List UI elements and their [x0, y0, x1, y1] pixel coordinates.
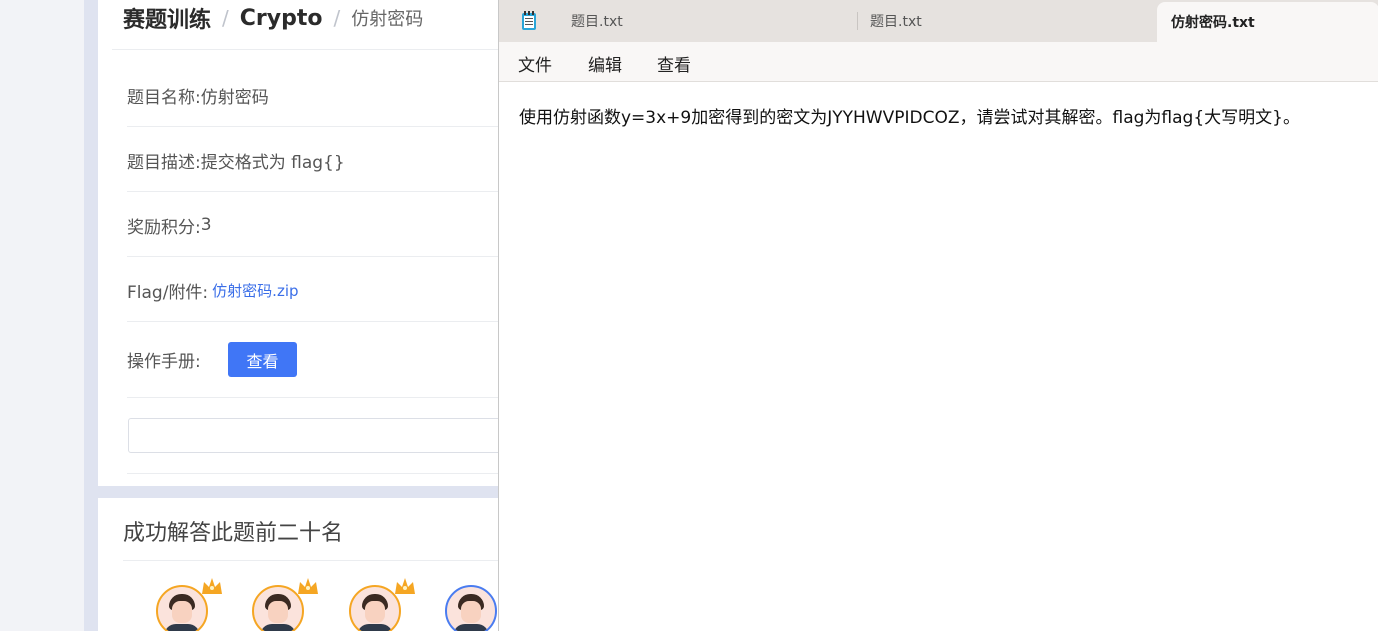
side-strip: [84, 0, 98, 631]
divider: [127, 321, 518, 322]
attachment-link[interactable]: 仿射密码.zip: [212, 280, 298, 301]
tab-label: 题目.txt: [870, 14, 922, 30]
manual-label: 操作手册:: [127, 351, 201, 372]
notepad-menubar: 文件 编辑 查看: [499, 42, 1378, 82]
divider: [112, 49, 518, 50]
points-value: 3: [200, 215, 212, 235]
tab-task-1[interactable]: 题目.txt: [557, 0, 857, 42]
points-row: 奖励积分: 3: [127, 210, 212, 240]
notepad-titlebar: 题目.txt 题目.txt 仿射密码.txt: [499, 0, 1378, 42]
breadcrumb-training[interactable]: 赛题训练: [123, 2, 211, 34]
notepad-icon: [522, 11, 536, 30]
attachment-row: Flag/附件: 仿射密码.zip: [127, 275, 299, 305]
flag-input[interactable]: [128, 418, 528, 453]
challenge-name-row: 题目名称: 仿射密码: [127, 80, 269, 110]
divider: [127, 191, 518, 192]
ranking-title: 成功解答此题前二十名: [123, 521, 344, 546]
divider: [127, 256, 518, 257]
menu-view[interactable]: 查看: [657, 51, 691, 76]
tab-label: 仿射密码.txt: [1171, 15, 1255, 31]
avatar[interactable]: [445, 585, 497, 631]
breadcrumb-separator: /: [333, 6, 341, 30]
menu-edit[interactable]: 编辑: [588, 51, 622, 76]
breadcrumb-separator: /: [222, 6, 229, 30]
challenge-name-value: 仿射密码: [200, 87, 269, 108]
text-editor[interactable]: 使用仿射函数y=3x+9加密得到的密文为JYYHWVPIDCOZ，请尝试对其解密…: [499, 82, 1378, 631]
breadcrumb: 赛题训练 / Crypto / 仿射密码: [123, 2, 423, 34]
challenge-desc-label: 题目描述:: [127, 152, 201, 173]
divider: [127, 473, 518, 474]
crown-icon: [298, 578, 318, 594]
menu-file[interactable]: 文件: [518, 51, 552, 76]
divider: [123, 560, 518, 561]
crown-icon: [202, 578, 222, 594]
editor-content[interactable]: 使用仿射函数y=3x+9加密得到的密文为JYYHWVPIDCOZ，请尝试对其解密…: [519, 103, 1300, 128]
divider: [127, 126, 518, 127]
crown-icon: [395, 578, 415, 594]
challenge-card: [98, 0, 518, 486]
tab-affine-cipher[interactable]: 仿射密码.txt: [1157, 2, 1378, 42]
divider: [127, 397, 518, 398]
points-label: 奖励积分:: [127, 217, 201, 238]
manual-row: 操作手册:: [127, 344, 201, 374]
attachment-label: Flag/附件:: [127, 282, 209, 303]
section-divider: [98, 486, 518, 498]
view-manual-button[interactable]: 查看: [228, 342, 297, 377]
challenge-desc-value: 提交格式为 flag{}: [200, 152, 345, 173]
breadcrumb-crypto[interactable]: Crypto: [240, 6, 323, 31]
tab-label: 题目.txt: [571, 14, 623, 30]
breadcrumb-current: 仿射密码: [351, 9, 424, 30]
notepad-window: 题目.txt 题目.txt 仿射密码.txt 文件 编辑 查看 使用仿射函数y=…: [498, 0, 1378, 631]
challenge-name-label: 题目名称:: [127, 87, 201, 108]
challenge-desc-row: 题目描述: 提交格式为 flag{}: [127, 145, 345, 175]
tab-task-2[interactable]: 题目.txt: [856, 0, 1156, 42]
